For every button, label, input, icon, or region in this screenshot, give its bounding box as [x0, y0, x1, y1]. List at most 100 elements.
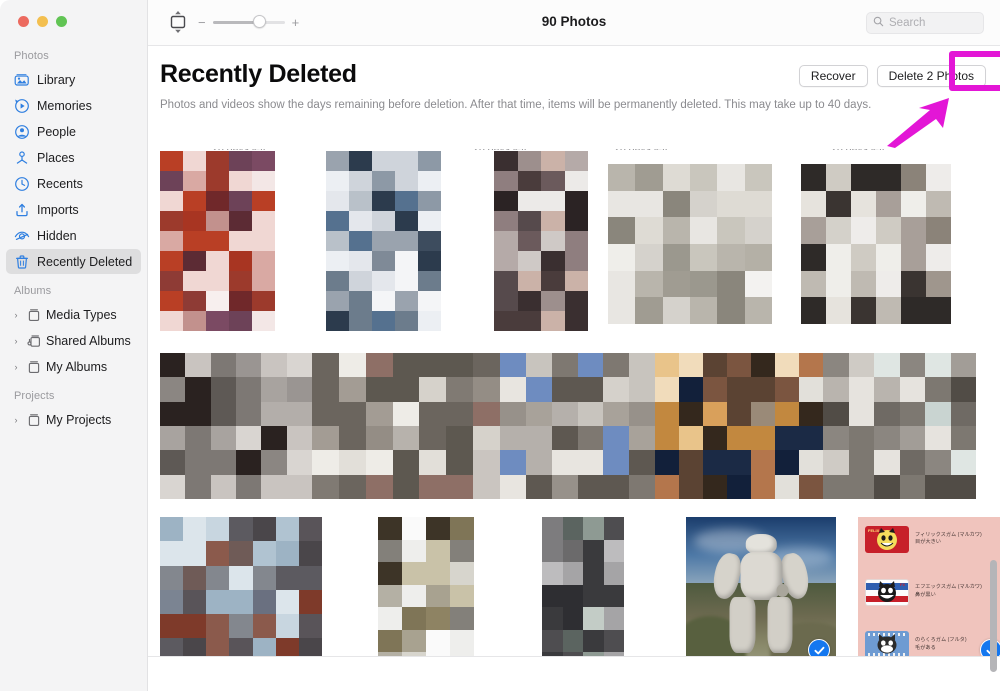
sidebar-item-label: Recents — [37, 176, 83, 191]
photo-cell[interactable] — [160, 517, 322, 656]
close-window-button[interactable] — [18, 16, 29, 27]
pixelated-image-content — [608, 164, 772, 324]
toolbar-left-controls: − + — [168, 10, 299, 34]
card-text-line1: のらくろガム (フルタ) — [915, 636, 967, 643]
photo-cell[interactable] — [447, 151, 588, 331]
sidebar-item-hidden[interactable]: Hidden — [6, 223, 141, 248]
photos-app-window: Photos Library Memories People Places Recents… — [0, 0, 1000, 691]
photo-thumbnail[interactable] — [542, 517, 624, 656]
photo-thumbnail[interactable] — [312, 353, 500, 499]
aspect-ratio-icon[interactable] — [168, 10, 188, 34]
card-brand-label: FELIX — [868, 527, 880, 533]
vertical-scrollbar[interactable] — [990, 560, 997, 672]
card-description: のらくろガム (フルタ) 毛がある — [915, 637, 967, 653]
zoom-slider-knob[interactable] — [252, 15, 266, 28]
sidebar-item-library[interactable]: Library — [6, 67, 141, 92]
gum-card-row: のらくろガム (フルタ) 毛がある — [858, 622, 1000, 656]
photo-grid-scroll-area[interactable]: 28 days left 28 days left 28 days left 2… — [148, 149, 1000, 656]
chevron-right-icon[interactable]: › — [10, 415, 22, 425]
felix-card-red: FELIX — [865, 525, 909, 553]
toolbar: − + 90 Photos Search — [148, 0, 1000, 46]
pixelated-image-content — [801, 164, 951, 324]
sidebar-section-title-projects: Projects — [14, 390, 55, 402]
photo-thumbnail[interactable] — [655, 353, 823, 499]
import-arrow-icon — [14, 202, 30, 218]
sidebar-item-label: Recently Deleted — [37, 254, 133, 269]
sidebar-item-label: Media Types — [46, 307, 117, 322]
photo-cell-diver[interactable]: 29 days left — [686, 517, 836, 656]
photo-thumbnail[interactable] — [608, 164, 772, 324]
sidebar-item-imports[interactable]: Imports — [6, 197, 141, 222]
card-text-line2: 鼻が黒い — [915, 592, 936, 598]
people-icon — [14, 124, 30, 140]
sidebar-item-my-albums[interactable]: › My Albums — [6, 354, 141, 379]
photo-thumbnail[interactable] — [160, 517, 322, 656]
sidebar-item-label: Places — [37, 150, 75, 165]
zoom-slider[interactable] — [212, 15, 285, 29]
chevron-right-icon[interactable]: › — [10, 362, 22, 372]
sidebar-item-my-projects[interactable]: › My Projects — [6, 407, 141, 432]
sidebar-item-memories[interactable]: Memories — [6, 93, 141, 118]
card-text-line2: 目が大きい — [915, 539, 941, 546]
photo-cell[interactable] — [281, 151, 441, 331]
photo-cell[interactable] — [160, 151, 275, 331]
photo-cell[interactable] — [594, 151, 772, 324]
minimize-window-button[interactable] — [37, 16, 48, 27]
sidebar-section-title-photos: Photos — [14, 50, 49, 62]
gum-card-row: FX エフエックスガム (マルカワ) 鼻が黒い — [858, 570, 1000, 615]
photo-thumbnail[interactable] — [801, 164, 951, 324]
photo-thumbnail-diver[interactable] — [686, 517, 836, 656]
sidebar-item-places[interactable]: Places — [6, 145, 141, 170]
photo-caption: 28 days left — [212, 149, 266, 150]
pixelated-image-content — [823, 353, 976, 499]
photo-thumbnail[interactable] — [326, 151, 441, 331]
pixelated-image-content — [494, 151, 588, 331]
pixelated-image-content — [160, 353, 312, 499]
chevron-right-icon[interactable]: › — [10, 336, 22, 346]
cat-face-icon — [877, 634, 897, 654]
pixelated-image-content — [500, 353, 655, 499]
zoom-out-label[interactable]: − — [198, 16, 206, 29]
felix-card-white: FX — [865, 578, 909, 606]
search-field[interactable]: Search — [866, 12, 984, 34]
suit-leg-right — [767, 597, 793, 654]
photo-thumbnail-gum-cards[interactable]: FELIX フィリックスガム (マルカワ) 目が大きい FX エフエックスガム … — [858, 517, 1000, 656]
header-actions: Recover Delete 2 Photos — [798, 65, 986, 87]
selected-checkmark-icon[interactable] — [808, 639, 830, 656]
sidebar-item-shared-albums[interactable]: › Shared Albums — [6, 328, 141, 353]
suit-leg-left — [729, 597, 755, 654]
photo-caption: 28 days left — [614, 149, 668, 150]
photo-thumbnail[interactable] — [160, 151, 275, 331]
photo-cell[interactable] — [480, 517, 624, 656]
sidebar-item-recents[interactable]: Recents — [6, 171, 141, 196]
photo-row-3: 29 days left FELIX — [160, 517, 1000, 656]
sidebar-item-label: Hidden — [37, 228, 77, 243]
sidebar-bottom-fill — [0, 656, 148, 691]
photos-library-icon — [14, 72, 30, 88]
search-icon — [873, 14, 884, 32]
sidebar-item-recently-deleted[interactable]: Recently Deleted — [6, 249, 141, 274]
photo-cell[interactable] — [778, 151, 951, 324]
photo-thumbnail[interactable] — [500, 353, 655, 499]
photo-thumbnail[interactable] — [378, 517, 474, 656]
chevron-right-icon[interactable]: › — [10, 310, 22, 320]
zoom-window-button[interactable] — [56, 16, 67, 27]
photo-thumbnail[interactable] — [160, 353, 312, 499]
pixelated-image-content — [312, 353, 500, 499]
card-text-line1: エフエックスガム (マルカワ) — [915, 584, 982, 591]
sidebar-item-media-types[interactable]: › Media Types — [6, 302, 141, 327]
search-placeholder: Search — [889, 17, 926, 29]
photo-cell-gum[interactable]: FELIX フィリックスガム (マルカワ) 目が大きい FX エフエックスガム … — [858, 517, 1000, 656]
zoom-slider-group[interactable]: − + — [198, 15, 299, 29]
delete-photos-button[interactable]: Delete 2 Photos — [876, 65, 986, 87]
sidebar-item-label: Library — [37, 72, 76, 87]
recover-button[interactable]: Recover — [798, 65, 868, 87]
photo-caption: 28 days left — [831, 149, 885, 150]
photo-thumbnail[interactable] — [823, 353, 976, 499]
sidebar-item-people[interactable]: People — [6, 119, 141, 144]
photo-cell[interactable] — [328, 517, 474, 656]
zoom-in-label[interactable]: + — [292, 16, 300, 29]
sidebar-item-label: My Projects — [46, 412, 112, 427]
cat-face-icon — [878, 580, 896, 602]
photo-thumbnail[interactable] — [494, 151, 588, 331]
